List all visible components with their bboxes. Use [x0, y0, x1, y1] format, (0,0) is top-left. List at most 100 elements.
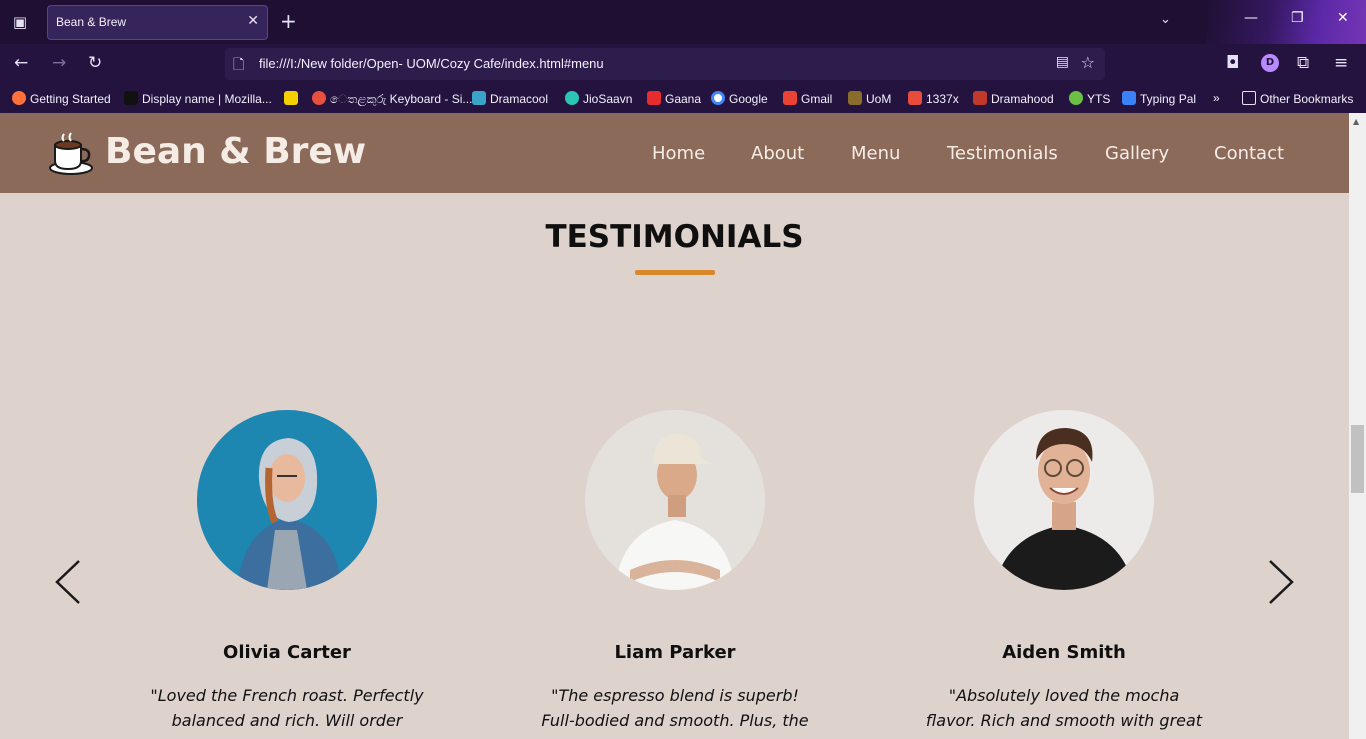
- bookmark-star-icon[interactable]: ☆: [1081, 53, 1095, 72]
- testimonial-card: Aiden Smith "Absolutely loved the mocha …: [904, 410, 1224, 733]
- bookmark-label: JioSaavn: [583, 92, 633, 106]
- back-icon[interactable]: ←: [14, 53, 28, 73]
- tab-close-icon[interactable]: ✕: [247, 13, 259, 29]
- testimonial-name: Olivia Carter: [223, 642, 351, 663]
- bookmark-label: 1337x: [926, 92, 959, 106]
- firefox-view-icon[interactable]: ▣: [8, 10, 32, 34]
- menu-icon[interactable]: ≡: [1334, 53, 1348, 73]
- bookmark-item[interactable]: Display name | Mozilla...: [124, 91, 272, 106]
- gaana-icon: [647, 91, 661, 105]
- bookmark-item[interactable]: Google: [711, 91, 768, 106]
- title-underline: [635, 270, 715, 275]
- reader-view-icon[interactable]: ▤: [1056, 54, 1069, 70]
- dramacool-icon: [472, 91, 486, 105]
- bookmark-label: Dramahood: [991, 92, 1054, 106]
- bookmark-item[interactable]: ෙතළකුරු Keyboard - Si...: [312, 91, 472, 107]
- bookmark-label: Gmail: [801, 92, 833, 106]
- testimonial-name: Liam Parker: [614, 642, 736, 663]
- avatar: [585, 410, 765, 590]
- tab-active[interactable]: Bean & Brew ✕: [47, 5, 268, 40]
- gmail-icon: [783, 91, 797, 105]
- avatar-photo-aiden: [974, 410, 1154, 590]
- bookmark-item[interactable]: YTS: [1069, 91, 1110, 106]
- bookmark-label: Getting Started: [30, 92, 111, 106]
- coffee-cup-icon: [49, 132, 93, 175]
- nav-home-link[interactable]: Home: [652, 143, 705, 164]
- bookmark-folder[interactable]: Other Bookmarks: [1242, 91, 1353, 106]
- bookmark-label: YTS: [1087, 92, 1111, 106]
- bookmark-item[interactable]: Dramacool: [472, 91, 548, 106]
- bookmark-label: Dramacool: [490, 92, 549, 106]
- navigation-toolbar: ← → ↻ 🗋 file:///I:/New folder/Open- UOM/…: [0, 44, 1366, 84]
- bookmark-item[interactable]: JioSaavn: [565, 91, 632, 106]
- bookmark-item[interactable]: Dramahood: [973, 91, 1054, 106]
- bookmark-label: ෙතළකුරු Keyboard - Si...: [330, 92, 473, 106]
- bookmark-label: Display name | Mozilla...: [142, 92, 272, 106]
- scroll-up-icon[interactable]: ▲: [1353, 117, 1359, 126]
- url-text[interactable]: file:///I:/New folder/Open- UOM/Cozy Caf…: [259, 56, 604, 71]
- testimonial-name: Aiden Smith: [1002, 642, 1126, 663]
- minimize-icon[interactable]: —: [1244, 10, 1258, 26]
- avatar-photo-liam: [585, 410, 765, 590]
- bookmark-label: Typing Pal: [1140, 92, 1197, 106]
- url-bar[interactable]: 🗋 file:///I:/New folder/Open- UOM/Cozy C…: [225, 48, 1105, 80]
- site-header: Bean & Brew Home About Menu Testimonials…: [0, 113, 1349, 193]
- bookmarks-toolbar: Getting Started Display name | Mozilla..…: [0, 84, 1366, 113]
- reload-icon[interactable]: ↻: [88, 53, 102, 73]
- avatar: [197, 410, 377, 590]
- firefox-icon: [12, 91, 26, 105]
- page-icon: 🗋: [233, 57, 245, 73]
- bookmark-item[interactable]: 1337x: [908, 91, 959, 106]
- typingpal-icon: [1122, 91, 1136, 105]
- pocket-icon[interactable]: ◘: [1226, 53, 1239, 73]
- brand-logo-text[interactable]: Bean & Brew: [105, 131, 366, 172]
- nav-contact-link[interactable]: Contact: [1214, 143, 1284, 164]
- avatar: [974, 410, 1154, 590]
- bookmark-label: UoM: [866, 92, 892, 106]
- 1337x-icon: [908, 91, 922, 105]
- testimonial-quote: "The espresso blend is superb! Full-bodi…: [541, 686, 809, 730]
- nav-about-link[interactable]: About: [751, 143, 804, 164]
- bookmark-label: Google: [729, 92, 768, 106]
- account-avatar[interactable]: D: [1261, 54, 1279, 72]
- bookmark-label: Gaana: [665, 92, 702, 106]
- uom-icon: [848, 91, 862, 105]
- nav-testimonials-link[interactable]: Testimonials: [947, 143, 1058, 164]
- bookmark-item[interactable]: Gaana: [647, 91, 701, 106]
- folder-icon: [1242, 91, 1256, 105]
- next-arrow-icon[interactable]: [1266, 559, 1296, 605]
- bookmark-item[interactable]: Typing Pal: [1122, 91, 1196, 106]
- jiosaavn-icon: [565, 91, 579, 105]
- bookmark-item[interactable]: Getting Started: [12, 91, 111, 106]
- bookmark-label: Other Bookmarks: [1260, 92, 1354, 106]
- chevron-down-icon[interactable]: ⌄: [1160, 12, 1171, 27]
- restore-icon[interactable]: ❐: [1291, 10, 1304, 26]
- bookmark-item[interactable]: [284, 91, 302, 106]
- extensions-icon[interactable]: ⧉: [1297, 53, 1309, 73]
- keyboard-icon: [312, 91, 326, 105]
- testimonial-quote: "Absolutely loved the mocha flavor. Rich…: [925, 686, 1203, 730]
- tab-title: Bean & Brew: [56, 15, 127, 29]
- prev-arrow-icon[interactable]: [53, 559, 83, 605]
- more-bookmarks-icon[interactable]: »: [1213, 91, 1220, 105]
- bookmark-item[interactable]: UoM: [848, 91, 891, 106]
- nav-menu-link[interactable]: Menu: [851, 143, 900, 164]
- testimonial-card: Liam Parker "The espresso blend is super…: [515, 410, 835, 733]
- section-title: TESTIMONIALS: [545, 219, 804, 255]
- tab-bar: ▣ Bean & Brew ✕ + ⌄ — ❐ ✕: [0, 0, 1366, 44]
- page-scrollbar[interactable]: ▲: [1349, 113, 1366, 739]
- nav-gallery-link[interactable]: Gallery: [1105, 143, 1169, 164]
- forward-icon[interactable]: →: [52, 53, 66, 73]
- bookmark-item[interactable]: Gmail: [783, 91, 832, 106]
- avatar-photo-olivia: [197, 410, 377, 590]
- mozilla-icon: [124, 91, 138, 105]
- testimonial-quote: "Loved the French roast. Perfectly balan…: [150, 686, 424, 739]
- google-icon: [711, 91, 725, 105]
- scroll-thumb[interactable]: [1351, 425, 1364, 493]
- window-close-icon[interactable]: ✕: [1337, 10, 1349, 26]
- yts-icon: [1069, 91, 1083, 105]
- testimonial-card: Olivia Carter "Loved the French roast. P…: [127, 410, 447, 739]
- dramahood-icon: [973, 91, 987, 105]
- new-tab-icon[interactable]: +: [280, 9, 297, 33]
- w-icon: [284, 91, 298, 105]
